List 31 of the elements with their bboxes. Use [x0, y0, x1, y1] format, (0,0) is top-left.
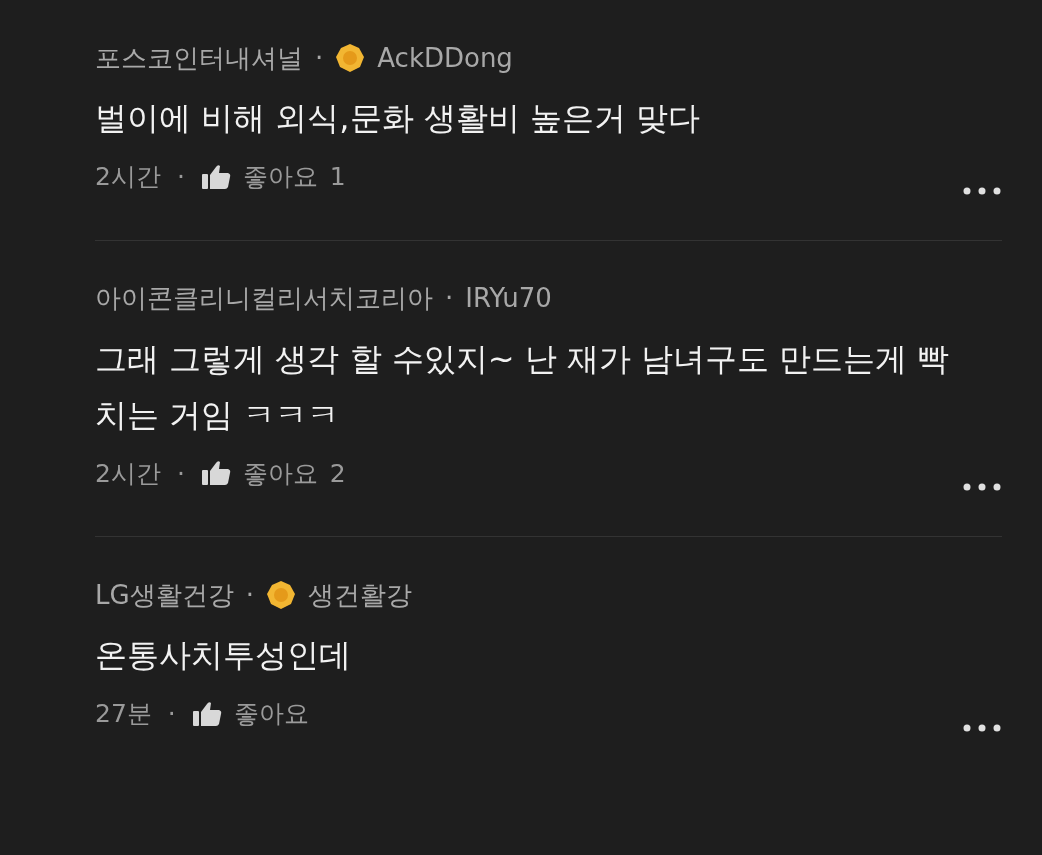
nickname[interactable]: AckDDong: [377, 38, 513, 78]
separator-dot: ·: [245, 578, 254, 612]
medal-icon: [335, 43, 366, 73]
company-name: LG생활건강: [95, 578, 234, 612]
thumbs-up-icon[interactable]: [191, 700, 222, 727]
company-name: 아이콘클리니컬리서치코리아: [95, 282, 433, 315]
more-icon[interactable]: [962, 722, 1002, 733]
comment-time: 2시간: [95, 457, 161, 490]
like-label[interactable]: 좋아요: [242, 454, 318, 492]
nickname[interactable]: IRYu70: [465, 279, 552, 318]
like-label[interactable]: 좋아요: [242, 158, 318, 196]
separator-dot: ·: [167, 698, 176, 730]
nickname[interactable]: 생건활강: [307, 575, 412, 615]
more-icon[interactable]: [962, 482, 1002, 492]
comment-text: 온통사치투성인데: [95, 635, 352, 676]
comment-time: 2시간: [95, 161, 161, 193]
like-count: 2: [329, 457, 346, 490]
comment-time: 27분: [95, 698, 152, 730]
thumbs-up-icon[interactable]: [200, 460, 231, 487]
thumbs-up-icon[interactable]: [200, 163, 231, 190]
company-name: 포스코인터내셔널: [95, 41, 303, 75]
like-label[interactable]: 좋아요: [233, 695, 309, 733]
comment-text: 벌이에 비해 외식,문화 생활비 높은거 맞다: [95, 98, 702, 139]
separator-dot: ·: [315, 41, 324, 75]
separator-dot: ·: [445, 282, 454, 315]
more-icon[interactable]: [962, 185, 1002, 196]
separator-dot: ·: [176, 161, 185, 193]
comment-text: 그래 그렇게 생각 할 수있지~ 난 재가 남녀구도 만드는게 빡치는 거임 ㅋㅋㅋ: [95, 338, 951, 436]
separator-dot: ·: [176, 457, 185, 490]
medal-icon: [265, 580, 296, 610]
like-count: 1: [329, 161, 346, 193]
